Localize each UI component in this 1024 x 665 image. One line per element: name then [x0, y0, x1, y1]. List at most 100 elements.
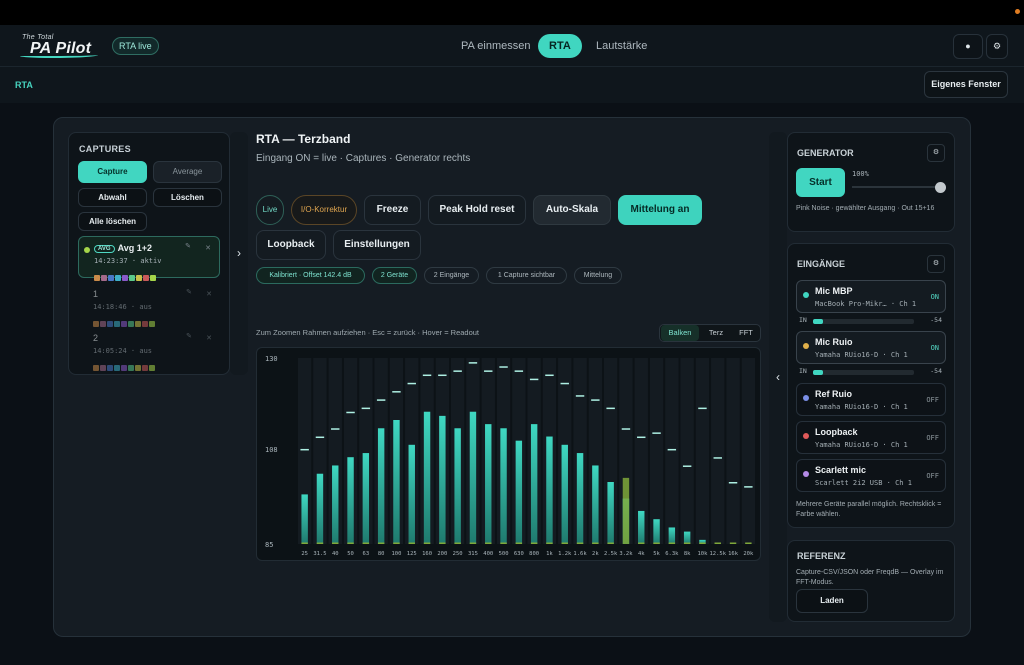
live-toggle[interactable]: Live: [256, 195, 284, 225]
inputs-settings-button[interactable]: ⚙: [927, 255, 945, 273]
view-mode-third[interactable]: Terz: [701, 325, 731, 341]
bar-series-1: [362, 453, 370, 544]
x-tick-label: 160: [422, 551, 432, 557]
bar-capture: [576, 542, 584, 544]
status-chip-devices: 2 Geräte: [372, 267, 417, 284]
settings-button[interactable]: Einstellungen: [333, 230, 421, 260]
generator-start-button[interactable]: Start: [796, 168, 845, 197]
generator-settings-button[interactable]: ⚙: [927, 144, 945, 162]
view-mode-switch: Balken Terz FFT: [659, 324, 761, 342]
input-row-ref-ruio[interactable]: Ref Ruio Yamaha RUio16-D · Ch 1 OFF: [796, 383, 946, 416]
peak-hold-marker: [575, 395, 585, 397]
input-color-dot[interactable]: [803, 433, 809, 439]
peak-hold-marker: [346, 411, 355, 414]
deselect-button[interactable]: Abwahl: [78, 188, 147, 207]
generator-level-knob[interactable]: [935, 182, 946, 193]
rta-chart[interactable]: 85 108 130 25 31.5 40 50 63 80 100 125 160 200 250 315…: [256, 347, 761, 561]
peak-hold-marker: [300, 448, 309, 451]
x-tick-label: 125: [407, 551, 417, 557]
pencil-icon[interactable]: ✎: [186, 332, 192, 340]
x-tick-label: 100: [391, 551, 401, 557]
rta-chart-svg[interactable]: 85 108 130 25 31.5 40 50 63 80 100 125 160 200 250 315…: [257, 348, 762, 562]
x-tick-label: 1.2k: [558, 551, 572, 557]
capture-button[interactable]: Capture: [78, 161, 147, 183]
app-header: The Total PA Pilot RTA live PA einmessen…: [0, 25, 1024, 67]
input-device: Scarlett 2i2 USB · Ch 1: [815, 479, 912, 487]
bar-capture: [729, 542, 737, 544]
view-mode-bars[interactable]: Balken: [661, 325, 699, 341]
peak-hold-reset-button[interactable]: Peak Hold reset: [428, 195, 526, 225]
own-window-button[interactable]: Eigenes Fenster: [924, 71, 1008, 98]
settings-button[interactable]: ⚙: [986, 34, 1008, 59]
view-mode-fft[interactable]: FFT: [732, 325, 760, 341]
input-state[interactable]: OFF: [926, 472, 939, 480]
input-state[interactable]: ON: [931, 344, 939, 352]
meter-fill: [813, 319, 823, 324]
x-tick-label: 800: [529, 551, 539, 557]
input-row-mic-mbp[interactable]: Mic MBP MacBook Pro-Mikr… · Ch 1 ON: [796, 280, 946, 313]
capture-item-2[interactable]: 2 14:05:24 · aus ✎ ✕: [78, 327, 220, 371]
input-color-dot[interactable]: [803, 471, 809, 477]
pencil-icon[interactable]: ✎: [185, 242, 191, 250]
peak-hold-marker: [698, 407, 707, 410]
auto-scale-button[interactable]: Auto-Skala: [533, 195, 611, 225]
x-tick-label: 31.5: [313, 551, 326, 557]
bar-series-1: [500, 428, 507, 544]
capture-item-1[interactable]: 1 14:18:46 · aus ✎ ✕: [78, 283, 220, 327]
grid-column: [726, 358, 740, 544]
pencil-icon[interactable]: ✎: [186, 288, 192, 296]
input-state[interactable]: ON: [931, 293, 939, 301]
peak-hold-marker: [637, 436, 646, 439]
io-correction-toggle[interactable]: I/O-Korrektur: [291, 195, 357, 225]
generator-level-slider[interactable]: [852, 186, 942, 188]
status-dot: [1015, 9, 1020, 14]
input-state[interactable]: OFF: [926, 396, 939, 404]
bar-series-1: [439, 415, 446, 544]
reference-load-button[interactable]: Laden: [796, 589, 868, 613]
generator-level-value: 100%: [852, 170, 869, 178]
app-logo[interactable]: The Total PA Pilot: [20, 34, 98, 58]
chevron-left-icon: ‹: [776, 370, 780, 384]
loopback-button[interactable]: Loopback: [256, 230, 326, 260]
input-color-dot[interactable]: [803, 343, 809, 349]
close-icon[interactable]: ✕: [206, 334, 212, 342]
delete-button[interactable]: Löschen: [153, 188, 222, 207]
delete-all-button[interactable]: Alle löschen: [78, 212, 147, 231]
x-tick-label: 2.5k: [604, 551, 618, 557]
average-button[interactable]: Average: [153, 161, 222, 183]
close-icon[interactable]: ✕: [206, 290, 212, 298]
capture-item-avg[interactable]: AVG Avg 1+2 14:23:37 · aktiv ✎ ✕: [78, 236, 220, 281]
rta-subtitle: Eingang ON = live · Captures · Generator…: [256, 153, 471, 164]
bar-capture: [423, 542, 431, 544]
close-icon[interactable]: ✕: [205, 244, 211, 252]
x-tick-label: 80: [378, 551, 385, 557]
bar-capture: [561, 542, 568, 544]
input-row-scarlett[interactable]: Scarlett mic Scarlett 2i2 USB · Ch 1 OFF: [796, 459, 946, 492]
input-row-mic-ruio[interactable]: Mic Ruio Yamaha RUio16-D · Ch 1 ON: [796, 331, 946, 364]
freeze-button[interactable]: Freeze: [364, 195, 421, 225]
input-color-dot[interactable]: [803, 395, 809, 401]
rta-live-badge: RTA live: [112, 37, 159, 55]
input-row-loopback[interactable]: Loopback Yamaha RUio16-D · Ch 1 OFF: [796, 421, 946, 454]
bar-capture: [699, 542, 706, 544]
theme-toggle-button[interactable]: ●: [953, 34, 983, 59]
peak-hold-marker: [713, 457, 722, 459]
averaging-button[interactable]: Mittelung an: [618, 195, 702, 225]
tab-lautstaerke[interactable]: Lautstärke: [585, 34, 658, 58]
bar-capture: [653, 542, 660, 544]
grid-column: [711, 358, 725, 544]
bar-capture: [668, 542, 676, 544]
input-color-dot[interactable]: [803, 292, 809, 298]
bar-capture: [454, 542, 461, 544]
peak-hold-marker: [560, 382, 569, 385]
collapse-right-button[interactable]: ‹: [769, 132, 787, 622]
peak-hold-marker: [606, 407, 615, 410]
bar-series-1: [454, 428, 461, 544]
x-tick-label: 500: [499, 551, 509, 557]
x-tick-label: 40: [332, 551, 339, 557]
tab-rta[interactable]: RTA: [538, 34, 582, 58]
input-device: MacBook Pro-Mikr… · Ch 1: [815, 300, 917, 308]
tab-pa-einmessen[interactable]: PA einmessen: [450, 34, 542, 58]
collapse-left-button[interactable]: ›: [230, 132, 248, 375]
input-state[interactable]: OFF: [926, 434, 939, 442]
